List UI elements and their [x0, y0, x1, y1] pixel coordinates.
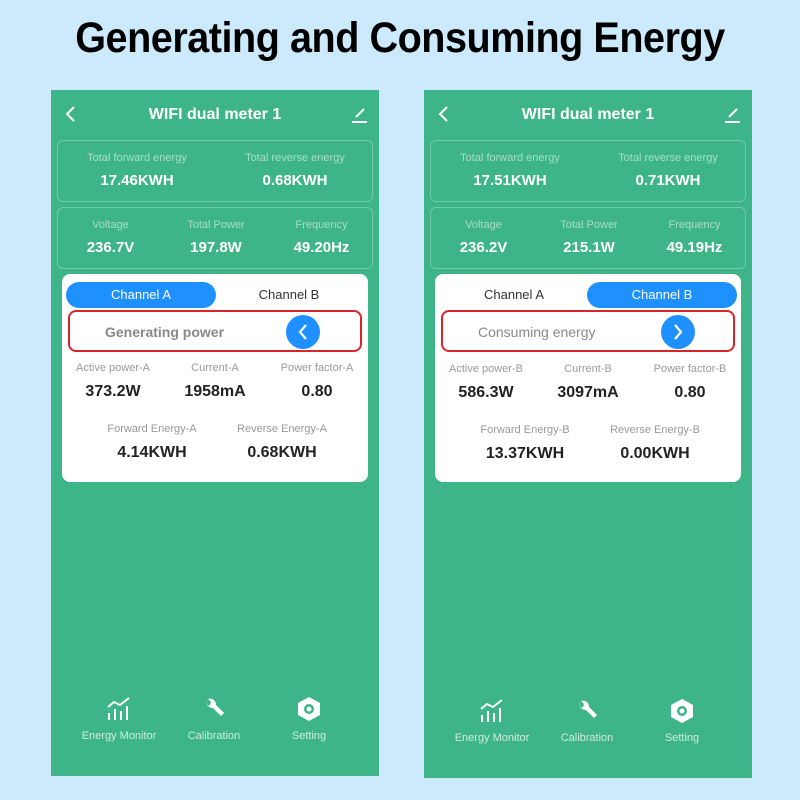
total-forward-energy: Total forward energy 17.46KWH: [87, 152, 187, 189]
nav-energy-monitor[interactable]: Energy Monitor: [74, 696, 164, 742]
total-reverse-energy: Total reverse energy 0.68KWH: [245, 152, 345, 189]
power-factor: Power factor-B 0.80: [653, 363, 727, 401]
tab-channel-a[interactable]: Channel A: [66, 282, 216, 308]
mode-label: Consuming energy: [478, 324, 596, 340]
active-power: Active power-A 373.2W: [76, 362, 150, 400]
chevron-left-icon: [298, 324, 307, 340]
wrench-icon: [206, 698, 224, 716]
nav-calibration[interactable]: Calibration: [169, 696, 259, 742]
mode-indicator: Consuming energy: [441, 310, 735, 352]
wrench-icon: [579, 700, 597, 718]
total-reverse-energy: Total reverse energy 0.71KWH: [618, 152, 718, 189]
nav-energy-monitor[interactable]: Energy Monitor: [447, 698, 537, 744]
reverse-energy: Reverse Energy-A 0.68KWH: [237, 423, 327, 461]
channel-tabs: Channel A Channel B: [66, 282, 364, 308]
hex-gear-icon: [298, 697, 320, 721]
total-power: Total Power 197.8W: [187, 219, 245, 256]
hex-gear-icon: [671, 699, 693, 723]
total-energy-panel: Total forward energy 17.51KWH Total reve…: [430, 140, 746, 202]
channel-card: Channel A Channel B Consuming energy Act…: [435, 274, 741, 482]
forward-energy: Forward Energy-B 13.37KWH: [480, 424, 570, 462]
mode-toggle-button[interactable]: [661, 315, 695, 349]
metrics-panel: Voltage 236.7V Total Power 197.8W Freque…: [57, 207, 373, 269]
mode-indicator: Generating power: [68, 310, 362, 352]
frequency: Frequency 49.19Hz: [666, 219, 723, 256]
total-forward-energy: Total forward energy 17.51KWH: [460, 152, 560, 189]
voltage: Voltage 236.2V: [459, 219, 508, 256]
phone-screen-generating: WIFI dual meter 1 Total forward energy 1…: [51, 90, 379, 776]
chevron-right-icon: [674, 324, 683, 340]
tab-channel-b[interactable]: Channel B: [587, 282, 737, 308]
power-factor: Power factor-A 0.80: [280, 362, 354, 400]
chart-icon: [480, 699, 503, 722]
total-energy-panel: Total forward energy 17.46KWH Total reve…: [57, 140, 373, 202]
total-power: Total Power 215.1W: [560, 219, 618, 256]
reverse-energy: Reverse Energy-B 0.00KWH: [610, 424, 700, 462]
top-bar: WIFI dual meter 1: [424, 90, 752, 142]
forward-energy: Forward Energy-A 4.14KWH: [107, 423, 197, 461]
edit-icon[interactable]: [722, 104, 742, 124]
metrics-panel: Voltage 236.2V Total Power 215.1W Freque…: [430, 207, 746, 269]
channel-tabs: Channel A Channel B: [439, 282, 737, 308]
top-bar: WIFI dual meter 1: [51, 90, 379, 142]
nav-calibration[interactable]: Calibration: [542, 698, 632, 744]
phone-screen-consuming: WIFI dual meter 1 Total forward energy 1…: [424, 90, 752, 778]
chart-icon: [107, 697, 130, 720]
nav-setting[interactable]: Setting: [264, 696, 354, 742]
headline: Generating and Consuming Energy: [75, 14, 725, 62]
channel-card: Channel A Channel B Generating power Act…: [62, 274, 368, 482]
current: Current-A 1958mA: [184, 362, 246, 400]
bottom-nav: Energy Monitor Calibration Setting: [424, 698, 752, 758]
voltage: Voltage 236.7V: [86, 219, 135, 256]
frequency: Frequency 49.20Hz: [293, 219, 350, 256]
edit-icon[interactable]: [349, 104, 369, 124]
tab-channel-a[interactable]: Channel A: [439, 282, 589, 308]
active-power: Active power-B 586.3W: [449, 363, 523, 401]
current: Current-B 3097mA: [557, 363, 619, 401]
mode-toggle-button[interactable]: [286, 315, 320, 349]
bottom-nav: Energy Monitor Calibration Setting: [51, 696, 379, 756]
mode-label: Generating power: [105, 324, 225, 340]
tab-channel-b[interactable]: Channel B: [214, 282, 364, 308]
nav-setting[interactable]: Setting: [637, 698, 727, 744]
page-title: WIFI dual meter 1: [148, 106, 282, 123]
page-title: WIFI dual meter 1: [521, 106, 655, 123]
